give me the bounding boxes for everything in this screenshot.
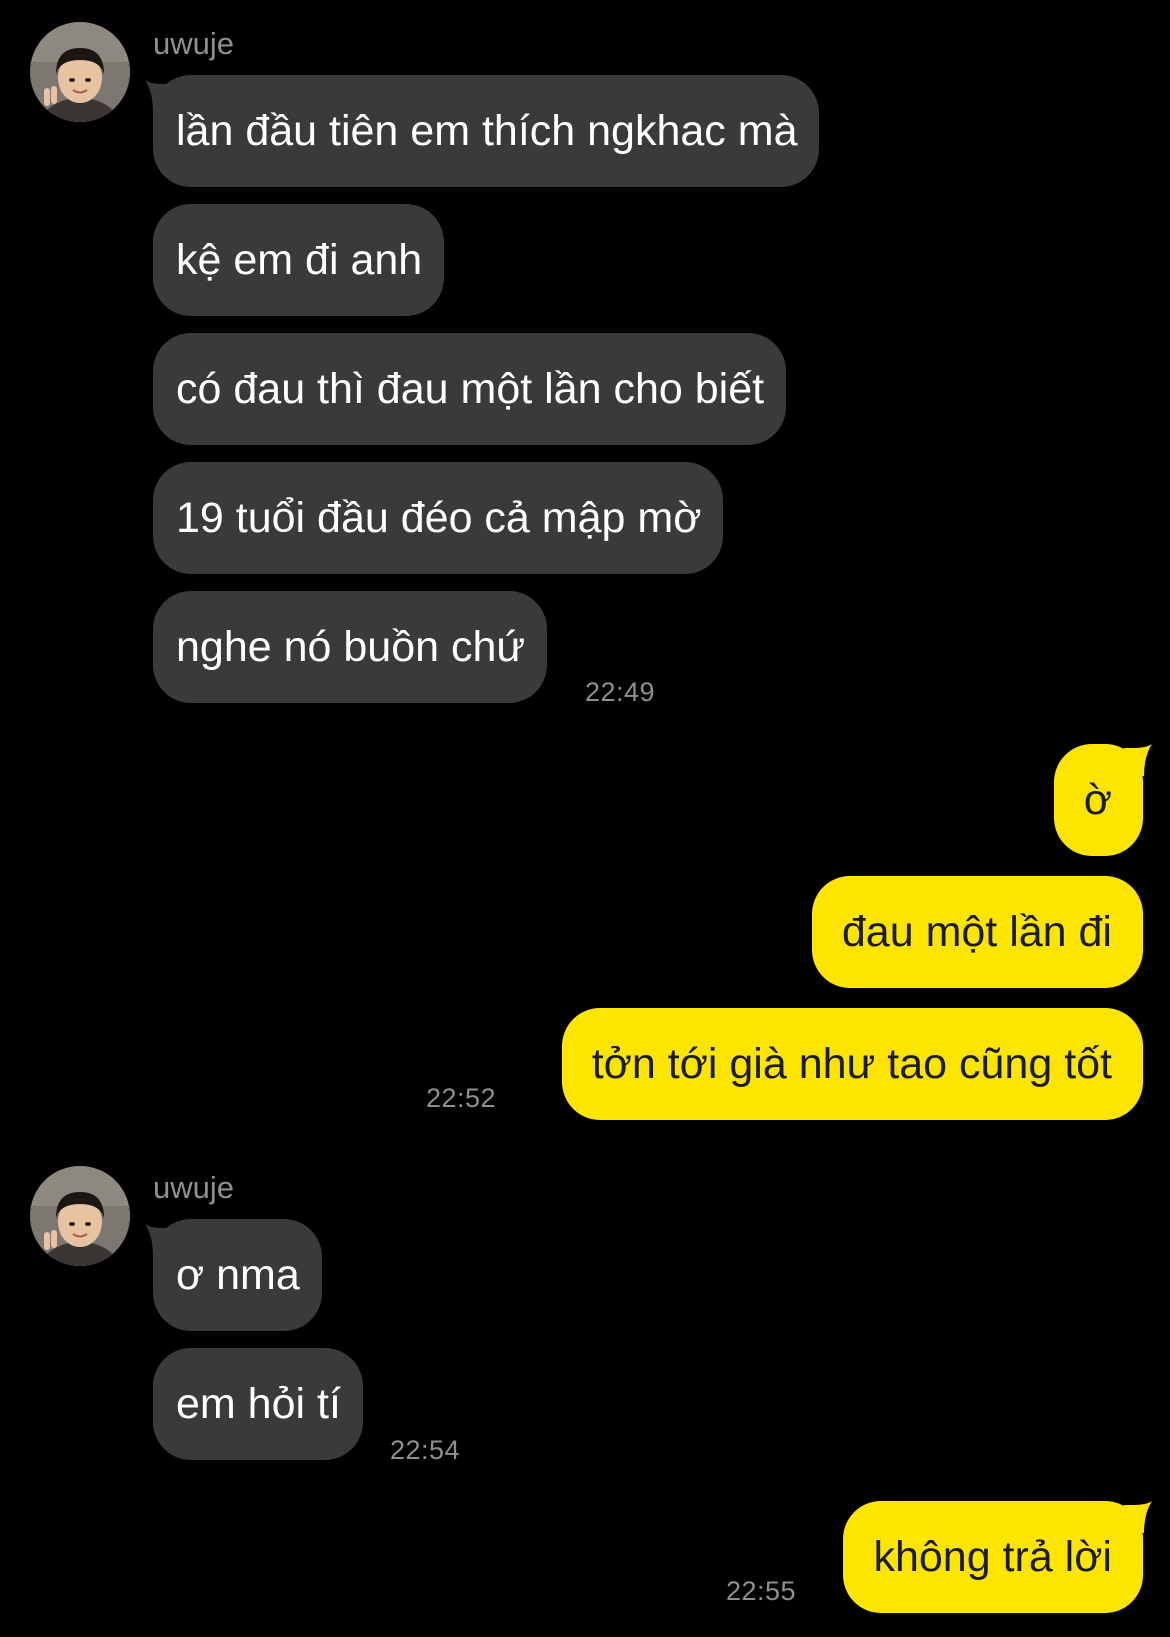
- incoming-message[interactable]: ơ nma: [153, 1219, 322, 1331]
- incoming-message[interactable]: 19 tuổi đầu đéo cả mập mờ: [153, 462, 724, 574]
- outgoing-message[interactable]: không trả lời: [843, 1501, 1143, 1613]
- message-timestamp: 22:55: [726, 1576, 797, 1606]
- message-timestamp: 22:54: [390, 1435, 461, 1465]
- message-timestamp: 22:49: [585, 677, 656, 707]
- incoming-message[interactable]: nghe nó buồn chứ: [153, 591, 548, 703]
- sender-name: uwuje: [153, 1170, 234, 1205]
- child-photo-avatar-icon: [30, 22, 130, 122]
- incoming-message[interactable]: kệ em đi anh: [153, 204, 445, 316]
- sender-avatar[interactable]: [30, 1166, 130, 1266]
- outgoing-message[interactable]: tởn tới già như tao cũng tốt: [561, 1008, 1143, 1120]
- outgoing-message[interactable]: ờ: [1053, 744, 1143, 856]
- incoming-message[interactable]: em hỏi tí: [153, 1348, 363, 1460]
- sender-avatar[interactable]: [30, 22, 130, 122]
- outgoing-message[interactable]: đau một lần đi: [811, 876, 1143, 988]
- message-timestamp: 22:52: [426, 1083, 497, 1113]
- child-photo-avatar-icon: [30, 1166, 130, 1266]
- sender-name: uwuje: [153, 26, 234, 61]
- incoming-message[interactable]: có đau thì đau một lần cho biết: [153, 333, 787, 445]
- incoming-message[interactable]: lần đầu tiên em thích ngkhac mà: [153, 75, 820, 187]
